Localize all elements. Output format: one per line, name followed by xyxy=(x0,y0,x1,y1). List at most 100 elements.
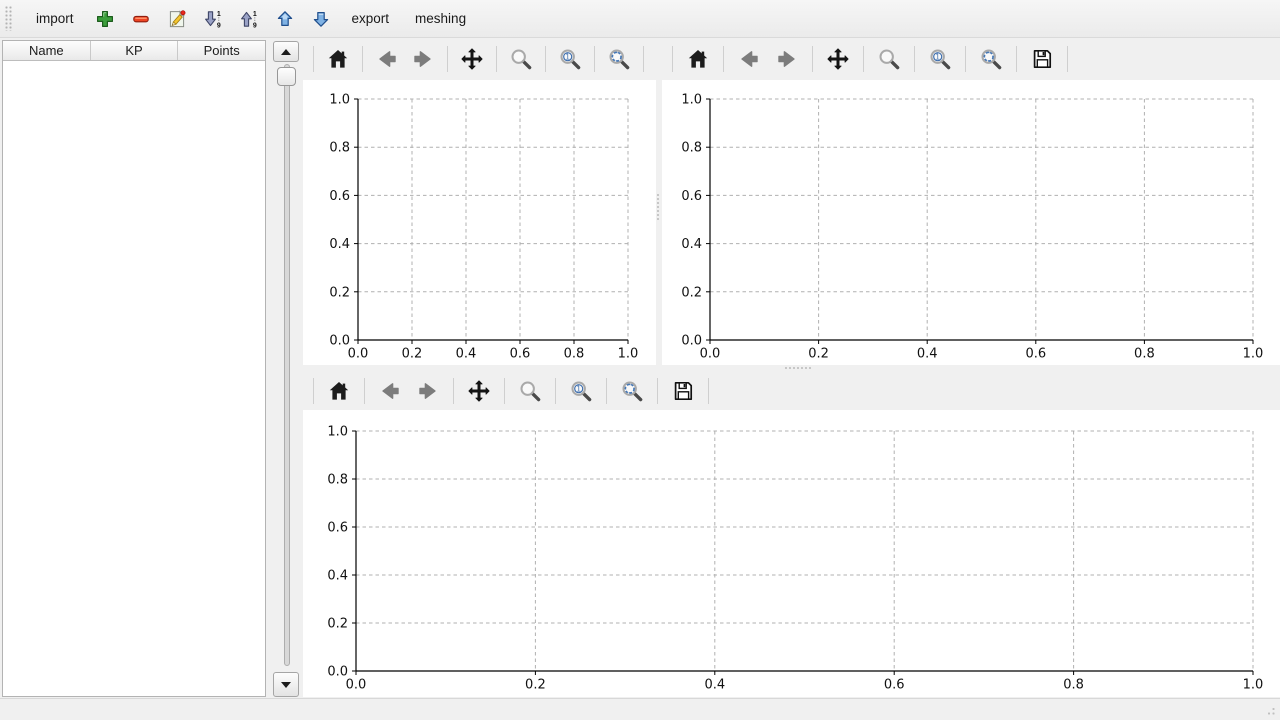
svg-text:1: 1 xyxy=(576,384,581,393)
zoom-selection-icon xyxy=(607,47,631,71)
home-button[interactable] xyxy=(326,375,352,407)
pan-button[interactable] xyxy=(825,43,851,75)
svg-text:0.6: 0.6 xyxy=(884,678,905,693)
toolbar-separator xyxy=(545,46,546,72)
zoom-icon xyxy=(518,379,542,403)
plot-canvas-top-left[interactable]: 0.00.20.40.60.81.00.00.20.40.60.81.0 xyxy=(303,80,656,365)
home-button[interactable] xyxy=(685,43,711,75)
zoom-one-button[interactable]: 1 xyxy=(927,43,953,75)
back-button[interactable] xyxy=(736,43,762,75)
toolbar-separator xyxy=(447,46,448,72)
move-up-button[interactable] xyxy=(269,3,301,35)
forward-button[interactable] xyxy=(415,375,441,407)
back-arrow-icon xyxy=(378,379,402,403)
svg-text:9: 9 xyxy=(216,22,220,29)
sort-ascending-icon: 19 xyxy=(239,9,259,29)
svg-text:0.6: 0.6 xyxy=(1025,347,1046,362)
back-button[interactable] xyxy=(377,375,403,407)
svg-text:0.0: 0.0 xyxy=(348,347,369,362)
scroll-down-button[interactable] xyxy=(273,672,299,697)
svg-text:1.0: 1.0 xyxy=(329,93,350,108)
svg-text:0.6: 0.6 xyxy=(510,347,531,362)
pan-button[interactable] xyxy=(460,43,484,75)
toolbar-separator xyxy=(708,378,709,404)
sort-descending-button[interactable]: 19 xyxy=(197,3,229,35)
back-arrow-icon xyxy=(737,47,761,71)
sort-ascending-button[interactable]: 19 xyxy=(233,3,265,35)
toolbar-separator xyxy=(313,46,314,72)
plot-canvas-bottom[interactable]: 0.00.20.40.60.81.00.00.20.40.60.81.0 xyxy=(303,410,1280,697)
back-button[interactable] xyxy=(375,43,399,75)
edit-button[interactable] xyxy=(161,3,193,35)
pan-button[interactable] xyxy=(466,375,492,407)
zoom-button[interactable] xyxy=(509,43,533,75)
svg-text:0.6: 0.6 xyxy=(329,189,350,204)
add-button[interactable] xyxy=(89,3,121,35)
export-button[interactable]: export xyxy=(341,5,401,32)
svg-text:0.2: 0.2 xyxy=(808,347,829,362)
scroll-up-button[interactable] xyxy=(273,41,299,62)
pan-icon xyxy=(460,47,484,71)
save-icon xyxy=(671,379,695,403)
status-bar xyxy=(0,698,1280,720)
resize-grip-icon[interactable] xyxy=(1263,703,1277,717)
home-icon xyxy=(686,47,710,71)
svg-text:1.0: 1.0 xyxy=(327,425,348,440)
svg-text:0.2: 0.2 xyxy=(329,285,350,300)
zoom-button[interactable] xyxy=(876,43,902,75)
svg-text:1: 1 xyxy=(935,52,940,61)
forward-button[interactable] xyxy=(411,43,435,75)
zoom-sel-button[interactable] xyxy=(607,43,631,75)
home-button[interactable] xyxy=(326,43,350,75)
svg-text:1.0: 1.0 xyxy=(1243,678,1264,693)
remove-button[interactable] xyxy=(125,3,157,35)
save-button[interactable] xyxy=(1029,43,1055,75)
toolbar-separator xyxy=(313,378,314,404)
splitter-grip-icon xyxy=(785,367,813,371)
column-header-points[interactable]: Points xyxy=(178,41,265,60)
forward-arrow-icon xyxy=(775,47,799,71)
zoom-one-button[interactable]: 1 xyxy=(558,43,582,75)
toolbar-separator xyxy=(672,46,673,72)
toolbar-separator xyxy=(914,46,915,72)
toolbar-drag-handle[interactable] xyxy=(5,6,13,31)
svg-text:0.0: 0.0 xyxy=(329,334,350,349)
svg-text:0.8: 0.8 xyxy=(1134,347,1155,362)
svg-text:0.8: 0.8 xyxy=(564,347,585,362)
plot-canvas-top-right[interactable]: 0.00.20.40.60.81.00.00.20.40.60.81.0 xyxy=(662,80,1280,365)
svg-text:0.2: 0.2 xyxy=(681,285,702,300)
toolbar-separator xyxy=(863,46,864,72)
table-body[interactable] xyxy=(3,61,265,696)
forward-arrow-icon xyxy=(416,379,440,403)
home-icon xyxy=(327,379,351,403)
zoom-selection-icon xyxy=(979,47,1003,71)
toolbar-separator xyxy=(504,378,505,404)
svg-text:0.0: 0.0 xyxy=(346,678,367,693)
save-button[interactable] xyxy=(670,375,696,407)
zoom-button[interactable] xyxy=(517,375,543,407)
forward-button[interactable] xyxy=(774,43,800,75)
vertical-splitter[interactable] xyxy=(656,38,662,365)
column-header-kp[interactable]: KP xyxy=(91,41,179,60)
zoom-one-button[interactable]: 1 xyxy=(568,375,594,407)
move-down-button[interactable] xyxy=(305,3,337,35)
import-button[interactable]: import xyxy=(25,5,85,32)
horizontal-splitter[interactable] xyxy=(303,365,1280,372)
scrollbar-thumb[interactable] xyxy=(277,67,296,86)
column-header-name[interactable]: Name xyxy=(3,41,91,60)
meshing-button[interactable]: meshing xyxy=(404,5,477,32)
toolbar-separator xyxy=(362,46,363,72)
toolbar-separator xyxy=(594,46,595,72)
triangle-up-icon xyxy=(281,49,291,55)
zoom-icon xyxy=(877,47,901,71)
svg-text:1.0: 1.0 xyxy=(618,347,639,362)
svg-text:0.2: 0.2 xyxy=(525,678,546,693)
zoom-sel-button[interactable] xyxy=(978,43,1004,75)
toolbar-separator xyxy=(657,378,658,404)
zoom-one-to-one-icon: 1 xyxy=(928,47,952,71)
svg-text:0.4: 0.4 xyxy=(704,678,725,693)
pan-icon xyxy=(826,47,850,71)
zoom-sel-button[interactable] xyxy=(619,375,645,407)
toolbar-separator xyxy=(812,46,813,72)
scrollbar-track[interactable] xyxy=(284,64,290,666)
